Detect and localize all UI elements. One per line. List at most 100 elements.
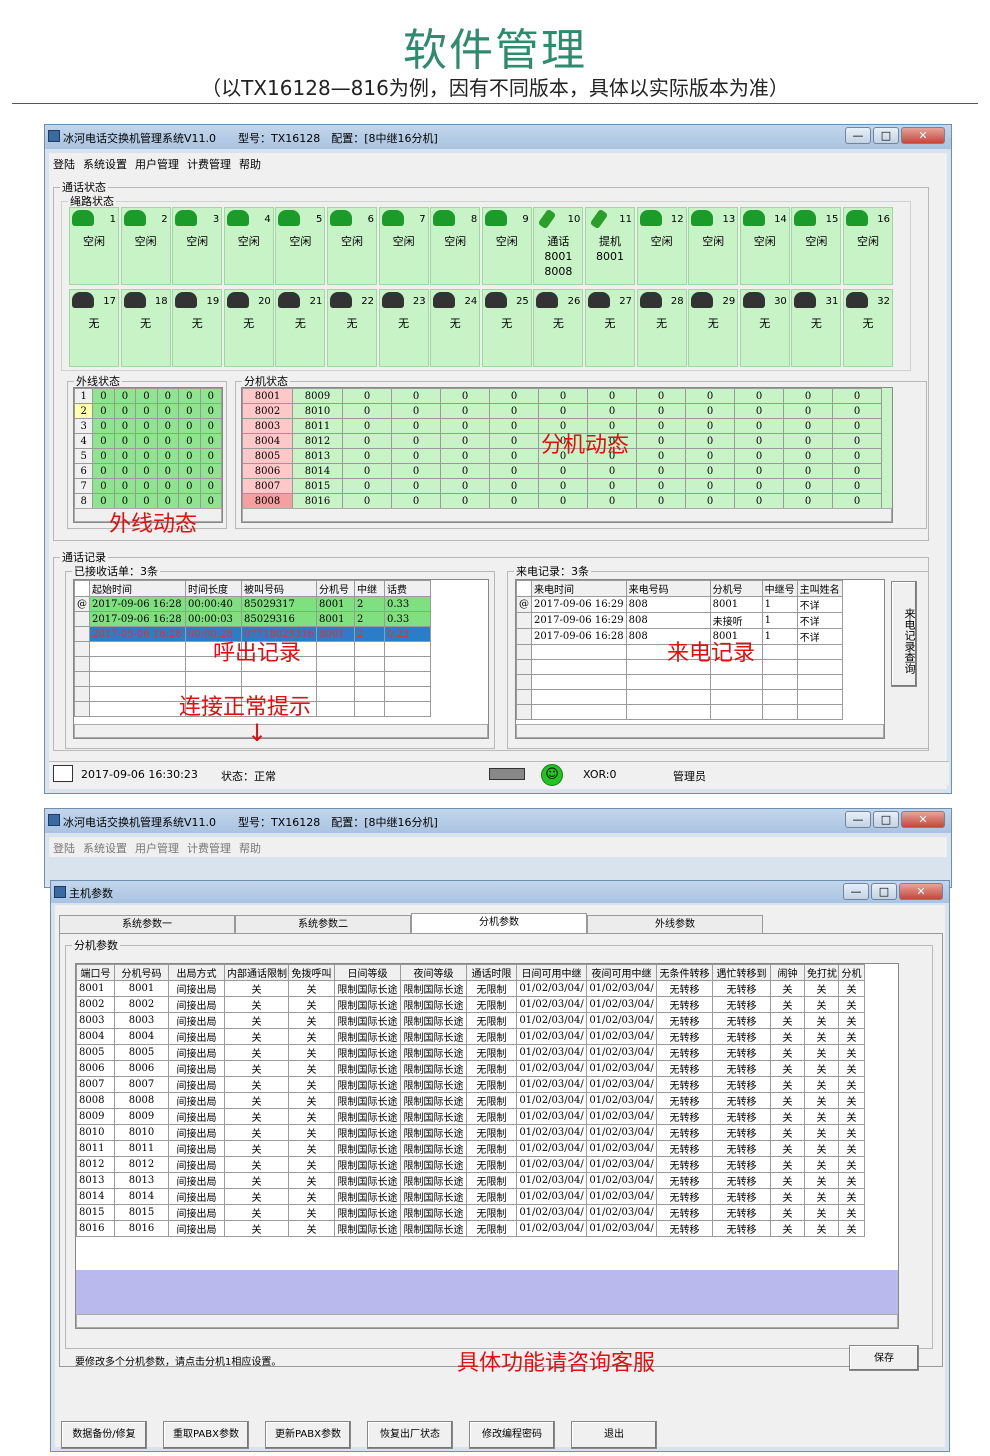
param-cell[interactable]: 关 bbox=[804, 1076, 839, 1093]
record-cell[interactable]: 85029317 bbox=[241, 596, 317, 612]
ext-value-cell[interactable]: 0 bbox=[342, 478, 392, 494]
ext-value-cell[interactable]: 0 bbox=[832, 448, 882, 464]
param-cell[interactable]: 无限制 bbox=[466, 1140, 517, 1157]
param-cell[interactable]: 01/02/03/04/ bbox=[586, 1092, 657, 1109]
param-cell[interactable]: 关 bbox=[224, 980, 289, 997]
param-cell[interactable]: 间接出局 bbox=[168, 1188, 225, 1205]
action-button[interactable]: 修改编程密码 bbox=[469, 1421, 555, 1449]
table-row[interactable]: 8006 8006 间接出局关关限制国际长途 限制国际长途 无限制 01/02/03/04… bbox=[76, 1060, 865, 1077]
column-header[interactable]: 内部通话限制 bbox=[224, 964, 289, 981]
record-cell[interactable] bbox=[531, 689, 627, 705]
ext-value-cell[interactable]: 0 bbox=[783, 463, 833, 479]
param-cell[interactable]: 关 bbox=[288, 1188, 335, 1205]
param-cell[interactable]: 间接出局 bbox=[168, 1028, 225, 1045]
param-cell[interactable]: 关 bbox=[224, 1028, 289, 1045]
incoming-scrollbar[interactable] bbox=[516, 724, 884, 738]
tab-3[interactable]: 外线参数 bbox=[587, 915, 763, 933]
param-cell[interactable]: 限制国际长途 bbox=[400, 1124, 467, 1141]
param-cell[interactable]: 01/02/03/04/ bbox=[586, 1204, 657, 1221]
record-cell[interactable] bbox=[384, 656, 431, 672]
ext-value-cell[interactable]: 0 bbox=[832, 388, 882, 404]
ext-value-cell[interactable]: 0 bbox=[734, 493, 784, 509]
ext-value-cell[interactable]: 0 bbox=[538, 388, 588, 404]
param-cell[interactable]: 间接出局 bbox=[168, 1092, 225, 1109]
action-button[interactable]: 更新PABX参数 bbox=[265, 1421, 351, 1449]
param-cell[interactable]: 01/02/03/04/ bbox=[586, 1028, 657, 1045]
ext-value-cell[interactable]: 0 bbox=[489, 463, 539, 479]
record-cell[interactable]: 不详 bbox=[796, 612, 843, 629]
record-cell[interactable] bbox=[316, 641, 355, 657]
param-cell[interactable]: 01/02/03/04/ bbox=[516, 1044, 587, 1061]
record-cell[interactable] bbox=[354, 641, 385, 657]
param-cell[interactable]: 限制国际长途 bbox=[400, 1220, 467, 1237]
param-cell[interactable]: 关 bbox=[838, 1108, 865, 1125]
param-cell[interactable]: 无转移 bbox=[712, 1028, 771, 1045]
table-row[interactable]: 2017-09-06 16:29 808 未接听 1 不详 bbox=[516, 612, 843, 629]
param-cell[interactable]: 无转移 bbox=[656, 996, 713, 1013]
trunk-cell[interactable]: 0 bbox=[156, 388, 180, 404]
trunk-cell[interactable]: 0 bbox=[92, 433, 115, 449]
param-cell[interactable]: 01/02/03/04/ bbox=[516, 1220, 587, 1237]
trunk-cell[interactable]: 0 bbox=[135, 463, 158, 479]
ext-value-cell[interactable]: 0 bbox=[783, 493, 833, 509]
param-cell[interactable]: 无限制 bbox=[466, 1204, 517, 1221]
maximize-button[interactable]: □ bbox=[873, 811, 899, 828]
ext-value-cell[interactable]: 0 bbox=[783, 403, 833, 419]
param-cell[interactable]: 限制国际长途 bbox=[334, 1028, 401, 1045]
param-cell[interactable]: 01/02/03/04/ bbox=[516, 980, 587, 997]
param-cell[interactable]: 关 bbox=[288, 1076, 335, 1093]
param-cell[interactable]: 关 bbox=[288, 1220, 335, 1237]
table-row[interactable]: 8002 8002 间接出局关关限制国际长途 限制国际长途 无限制 01/02/03/04… bbox=[76, 996, 865, 1013]
ext-value-cell[interactable]: 0 bbox=[538, 403, 588, 419]
record-cell[interactable] bbox=[531, 644, 627, 660]
ext-number-cell[interactable]: 8006 bbox=[242, 463, 293, 479]
param-cell[interactable]: 无转移 bbox=[656, 1204, 713, 1221]
param-cell[interactable]: 无转移 bbox=[656, 1028, 713, 1045]
param-cell[interactable]: 关 bbox=[224, 1108, 289, 1125]
action-button[interactable]: 数据备份/修复 bbox=[61, 1421, 147, 1449]
ext-value-cell[interactable]: 0 bbox=[685, 463, 735, 479]
trunk-cell[interactable]: 0 bbox=[156, 478, 180, 494]
column-header[interactable]: 时间长度 bbox=[185, 580, 242, 597]
ext-value-cell[interactable]: 0 bbox=[489, 493, 539, 509]
param-cell[interactable]: 关 bbox=[838, 1140, 865, 1157]
record-cell[interactable] bbox=[796, 704, 843, 720]
ext-value-cell[interactable]: 0 bbox=[685, 403, 735, 419]
param-cell[interactable]: 关 bbox=[838, 1172, 865, 1189]
record-cell[interactable]: 8001 bbox=[316, 611, 355, 627]
param-cell[interactable]: 关 bbox=[804, 1204, 839, 1221]
action-button[interactable]: 退出 bbox=[571, 1421, 657, 1449]
param-cell[interactable]: 限制国际长途 bbox=[400, 1060, 467, 1077]
record-cell[interactable]: 不详 bbox=[796, 596, 843, 613]
ext-number-cell[interactable]: 8001 bbox=[114, 980, 169, 997]
ext-number-cell[interactable]: 8004 bbox=[114, 1028, 169, 1045]
param-cell[interactable]: 关 bbox=[838, 1124, 865, 1141]
trunk-cell[interactable]: 0 bbox=[135, 433, 158, 449]
record-cell[interactable] bbox=[354, 671, 385, 687]
column-header[interactable]: 出局方式 bbox=[168, 964, 225, 981]
param-cell[interactable]: 无限制 bbox=[466, 996, 517, 1013]
table-row[interactable]: 8016 8016 间接出局关关限制国际长途 限制国际长途 无限制 01/02/03/04… bbox=[76, 1220, 865, 1237]
param-cell[interactable]: 关 bbox=[838, 980, 865, 997]
ext-value-cell[interactable]: 0 bbox=[783, 478, 833, 494]
param-cell[interactable]: 关 bbox=[770, 1060, 805, 1077]
table-row[interactable]: 8015 8015 间接出局关关限制国际长途 限制国际长途 无限制 01/02/03/04… bbox=[76, 1204, 865, 1221]
column-header[interactable]: 来电时间 bbox=[531, 580, 627, 597]
param-cell[interactable]: 限制国际长途 bbox=[400, 1172, 467, 1189]
minimize-button[interactable]: — bbox=[845, 127, 871, 144]
port-cell[interactable]: 8005 bbox=[76, 1044, 115, 1061]
trunk-cell[interactable]: 0 bbox=[113, 448, 137, 464]
param-cell[interactable]: 关 bbox=[224, 1092, 289, 1109]
param-cell[interactable]: 无转移 bbox=[656, 1172, 713, 1189]
param-cell[interactable]: 01/02/03/04/ bbox=[586, 1156, 657, 1173]
ext-value-cell[interactable]: 0 bbox=[587, 403, 637, 419]
ext-value-cell[interactable]: 0 bbox=[391, 403, 441, 419]
record-cell[interactable]: 2 bbox=[354, 626, 385, 642]
param-cell[interactable]: 关 bbox=[770, 1108, 805, 1125]
param-cell[interactable]: 无转移 bbox=[656, 980, 713, 997]
param-cell[interactable]: 无转移 bbox=[656, 1124, 713, 1141]
trunk-cell[interactable]: 0 bbox=[199, 418, 223, 434]
record-cell[interactable] bbox=[531, 659, 627, 675]
ext-number-cell[interactable]: 8005 bbox=[114, 1044, 169, 1061]
param-cell[interactable]: 关 bbox=[838, 1028, 865, 1045]
